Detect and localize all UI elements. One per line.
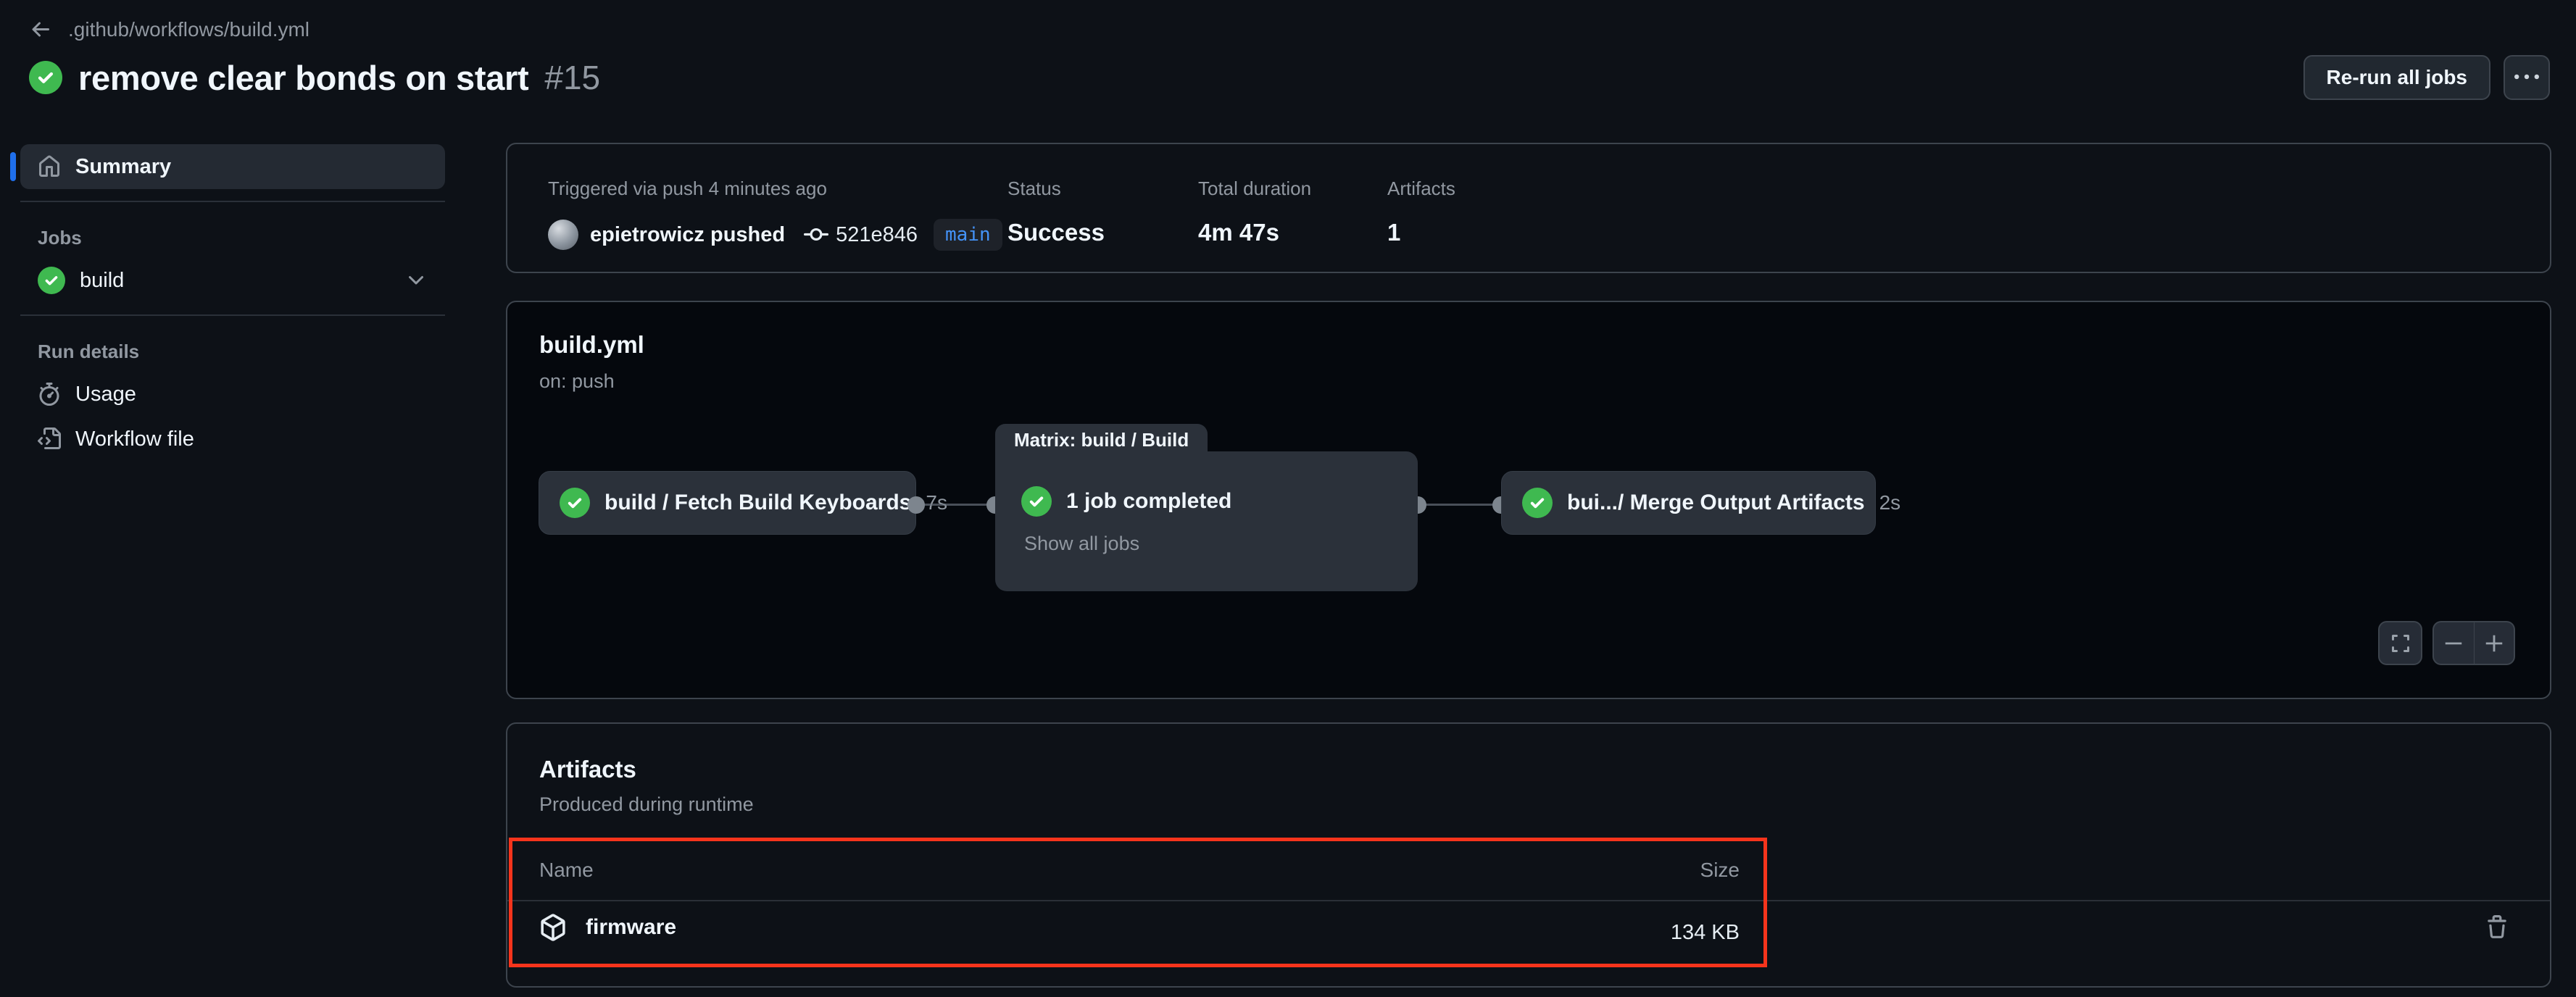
kebab-horizontal-icon [2514, 65, 2539, 90]
package-icon [539, 914, 567, 941]
commit-sha[interactable]: 521e846 [836, 223, 918, 247]
sidebar-item-usage[interactable]: Usage [20, 372, 445, 417]
sidebar-divider [20, 314, 445, 316]
check-circle-icon [29, 61, 62, 94]
matrix-summary-label: 1 job completed [1066, 489, 1232, 513]
graph-edge [1418, 504, 1501, 506]
job-node-label: bui.../ Merge Output Artifacts [1567, 491, 1865, 514]
title-row: remove clear bonds on start #15 Re-run a… [29, 55, 2550, 100]
page-title: remove clear bonds on start [78, 58, 529, 97]
workflow-trigger: on: push [539, 370, 615, 392]
sidebar-item-summary[interactable]: Summary [10, 144, 445, 189]
workflow-file-title: build.yml [539, 331, 644, 358]
table-divider [507, 900, 2550, 901]
topbar: .github/workflows/build.yml remove clear… [29, 13, 2550, 100]
status-label: Status [1007, 178, 1061, 199]
workflow-graph-panel: build.yml on: push build / Fetch Build K… [506, 301, 2551, 699]
artifact-size: 134 KB [1670, 921, 1740, 944]
breadcrumb-label[interactable]: .github/workflows/build.yml [68, 18, 309, 41]
sidebar-item-workflow-file[interactable]: Workflow file [20, 417, 445, 462]
column-header-size: Size [1700, 859, 1740, 881]
dash-icon [2443, 633, 2464, 654]
artifacts-count: 1 [1387, 219, 1401, 246]
graph-edge [916, 504, 995, 506]
run-summary-panel: Triggered via push 4 minutes ago epietro… [506, 143, 2551, 273]
show-all-jobs-link[interactable]: Show all jobs [1024, 533, 1139, 555]
trash-icon[interactable] [2485, 915, 2509, 940]
screen-full-icon [2389, 632, 2412, 655]
job-node-fetch-build-keyboards[interactable]: build / Fetch Build Keyboards 7s [539, 471, 947, 535]
matrix-tab-label: Matrix: build / Build [1014, 428, 1189, 451]
job-node-label: build / Fetch Build Keyboards [604, 491, 912, 514]
zoom-in-button[interactable] [2474, 621, 2515, 665]
arrow-left-icon[interactable] [29, 18, 52, 41]
home-icon [38, 155, 61, 178]
stopwatch-icon [38, 383, 61, 406]
sidebar-item-label: Usage [75, 382, 136, 406]
sidebar-item-job-build[interactable]: build [20, 258, 445, 303]
actor-pushed-text[interactable]: epietrowicz pushed [590, 223, 785, 247]
rerun-all-jobs-button[interactable]: Re-run all jobs [2303, 55, 2490, 100]
job-label: build [80, 268, 125, 292]
sidebar-item-label: Summary [75, 154, 172, 178]
trigger-column: Triggered via push 4 minutes ago epietro… [548, 178, 1007, 251]
selected-accent-bar [10, 152, 16, 181]
connector-dot [907, 496, 925, 514]
matrix-jobs-summary[interactable]: 1 job completed [1021, 486, 1231, 517]
artifacts-title: Artifacts [539, 756, 636, 783]
header-actions: Re-run all jobs [2303, 55, 2550, 100]
artifact-row-firmware[interactable]: firmware [539, 914, 676, 941]
breadcrumb[interactable]: .github/workflows/build.yml [29, 13, 2550, 46]
status-column: Status Success [1007, 178, 1198, 246]
check-circle-icon [1021, 486, 1052, 517]
chevron-down-icon[interactable] [404, 269, 428, 292]
job-node-duration: 2s [1879, 491, 1901, 514]
commit-link[interactable]: 521e846 [804, 222, 918, 247]
column-header-name: Name [539, 859, 594, 881]
artifacts-subtitle: Produced during runtime [539, 793, 754, 815]
duration-label: Total duration [1198, 178, 1312, 199]
triggered-label: Triggered via push 4 minutes ago [548, 178, 827, 199]
sidebar-divider [20, 201, 445, 202]
kebab-menu-button[interactable] [2504, 55, 2550, 100]
duration-column: Total duration 4m 47s [1198, 178, 1387, 246]
status-value: Success [1007, 219, 1105, 246]
zoom-out-button[interactable] [2432, 621, 2475, 665]
branch-badge[interactable]: main [934, 219, 1002, 251]
run-details-section-header: Run details [38, 341, 140, 362]
git-commit-icon [804, 222, 829, 247]
commit-row: epietrowicz pushed 521e846 main [548, 219, 1007, 251]
sidebar-item-label: Workflow file [75, 427, 194, 451]
plus-icon [2483, 633, 2505, 654]
run-number: #15 [544, 59, 601, 96]
matrix-group-box: 1 job completed Show all jobs [995, 451, 1418, 591]
artifact-name[interactable]: firmware [586, 915, 676, 940]
jobs-section-header: Jobs [38, 227, 82, 249]
zoom-controls [2432, 621, 2515, 665]
check-circle-icon [560, 488, 590, 518]
check-circle-icon [1522, 488, 1553, 518]
duration-value: 4m 47s [1198, 219, 1279, 246]
file-code-icon [38, 427, 61, 451]
fullscreen-button[interactable] [2378, 621, 2422, 665]
check-circle-icon [38, 267, 65, 294]
annotation-highlight-box [509, 838, 1767, 967]
job-node-merge-output-artifacts[interactable]: bui.../ Merge Output Artifacts 2s [1501, 471, 1900, 535]
avatar[interactable] [548, 220, 578, 250]
artifacts-panel: Artifacts Produced during runtime Name S… [506, 722, 2551, 988]
job-node-duration: 7s [926, 491, 947, 514]
artifacts-label: Artifacts [1387, 178, 1455, 199]
artifacts-count-column: Artifacts 1 [1387, 178, 1578, 246]
sidebar: Summary Jobs build Run details Usage Wor… [10, 144, 445, 462]
